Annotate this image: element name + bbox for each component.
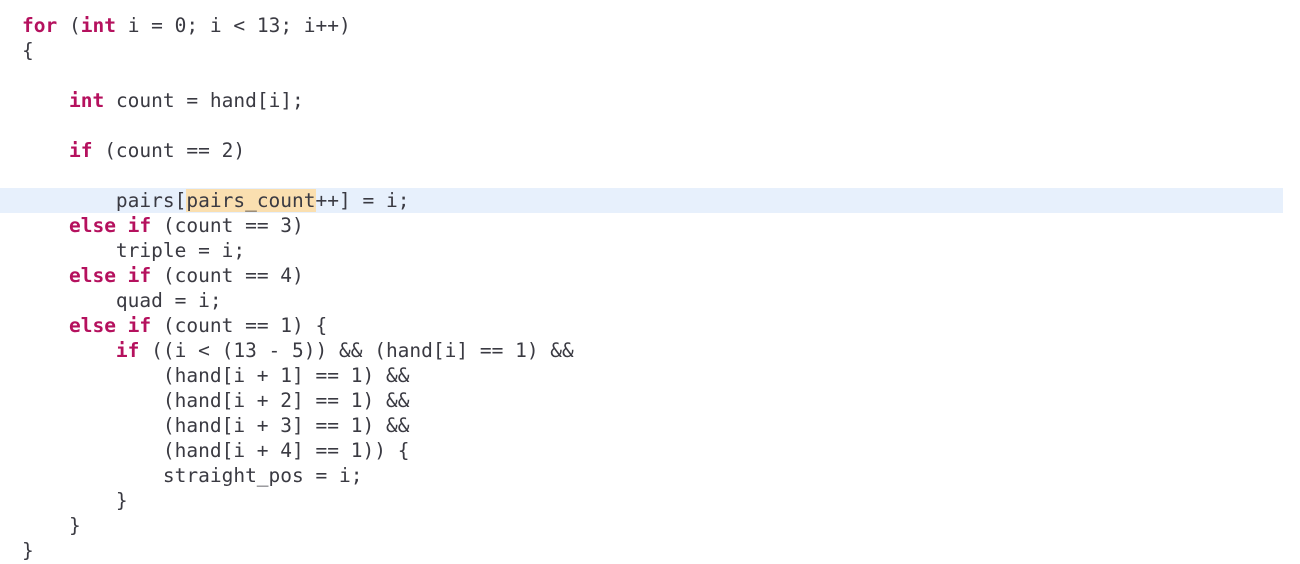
code-line[interactable]: quad = i; xyxy=(0,288,1300,313)
code-token: (count == 1) { xyxy=(151,314,328,337)
code-token: (count == 4) xyxy=(151,264,304,287)
code-line[interactable]: } xyxy=(0,488,1300,513)
code-keyword: if xyxy=(115,339,140,362)
code-content[interactable]: for (int i = 0; i < 13; i++){ int count … xyxy=(0,13,1300,563)
code-line[interactable]: } xyxy=(0,513,1300,538)
code-token: ( xyxy=(57,14,81,37)
code-token: (count == 3) xyxy=(151,214,304,237)
code-keyword: else if xyxy=(68,314,152,337)
code-line[interactable]: else if (count == 1) { xyxy=(0,313,1300,338)
code-editor[interactable]: for (int i = 0; i < 13; i++){ int count … xyxy=(0,0,1300,564)
code-token: (hand[i + 2] == 1) && xyxy=(162,389,410,412)
code-keyword: int xyxy=(68,89,105,112)
code-token: i = 0; i < 13; i++) xyxy=(115,14,351,37)
code-token: quad = i; xyxy=(115,289,222,312)
code-token: triple = i; xyxy=(115,239,246,262)
code-line[interactable]: triple = i; xyxy=(0,238,1300,263)
code-token: (hand[i + 3] == 1) && xyxy=(162,414,410,437)
code-token: straight_pos = i; xyxy=(162,464,363,487)
code-line[interactable]: else if (count == 4) xyxy=(0,263,1300,288)
code-keyword: else if xyxy=(68,214,152,237)
code-line[interactable]: { xyxy=(0,38,1300,63)
code-keyword: else if xyxy=(68,264,152,287)
code-line[interactable]: (hand[i + 2] == 1) && xyxy=(0,388,1300,413)
code-keyword: if xyxy=(68,139,93,162)
code-line[interactable] xyxy=(0,163,1300,188)
code-token: (count == 2) xyxy=(92,139,246,162)
code-line[interactable] xyxy=(0,113,1300,138)
code-token: ++] = i; xyxy=(315,189,410,212)
occurrence-highlight: pairs_count xyxy=(186,189,316,212)
code-token: } xyxy=(22,539,34,562)
code-token: pairs[ xyxy=(115,189,187,212)
code-line[interactable]: else if (count == 3) xyxy=(0,213,1300,238)
code-keyword: int xyxy=(80,14,116,37)
code-token: (hand[i + 4] == 1)) { xyxy=(162,439,410,462)
code-token: } xyxy=(68,514,81,537)
code-line[interactable]: (hand[i + 4] == 1)) { xyxy=(0,438,1300,463)
code-token: } xyxy=(115,489,128,512)
code-line[interactable]: straight_pos = i; xyxy=(0,463,1300,488)
code-line[interactable] xyxy=(0,63,1300,88)
code-line[interactable]: for (int i = 0; i < 13; i++) xyxy=(0,13,1300,38)
code-keyword: for xyxy=(22,14,58,37)
code-token: count = hand[i]; xyxy=(104,89,304,112)
code-line[interactable]: if (count == 2) xyxy=(0,138,1300,163)
code-token: (hand[i + 1] == 1) && xyxy=(162,364,410,387)
code-line[interactable]: } xyxy=(0,538,1300,563)
code-line[interactable]: if ((i < (13 - 5)) && (hand[i] == 1) && xyxy=(0,338,1300,363)
code-line[interactable]: int count = hand[i]; xyxy=(0,88,1300,113)
code-token: { xyxy=(22,39,34,62)
code-line[interactable]: (hand[i + 1] == 1) && xyxy=(0,363,1300,388)
code-token: ((i < (13 - 5)) && (hand[i] == 1) && xyxy=(139,339,574,362)
code-line[interactable]: (hand[i + 3] == 1) && xyxy=(0,413,1300,438)
code-line-current[interactable]: pairs[pairs_count++] = i; xyxy=(0,188,1283,213)
